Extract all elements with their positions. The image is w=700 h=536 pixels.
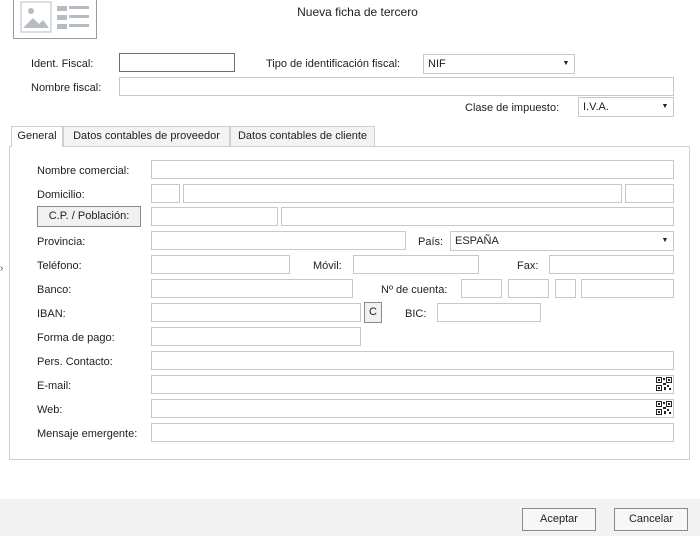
nombre-comercial-input[interactable] [151,160,674,179]
accept-button[interactable]: Aceptar [522,508,596,531]
pais-value: ESPAÑA [455,235,499,247]
telefono-input[interactable] [151,255,290,274]
tab-datos-proveedor[interactable]: Datos contables de proveedor [63,126,230,146]
movil-input[interactable] [353,255,479,274]
mensaje-emergente-input[interactable] [151,423,674,442]
domicilio-tipo-via-input[interactable] [151,184,180,203]
tipo-identificacion-label: Tipo de identificación fiscal: [266,58,401,70]
email-input[interactable] [151,375,674,394]
web-label: Web: [37,404,63,416]
cp-poblacion-button[interactable]: C.P. / Población: [37,206,141,227]
mensaje-emergente-label: Mensaje emergente: [37,428,138,440]
chevron-down-icon[interactable]: ▼ [558,55,574,73]
chevron-down-icon[interactable]: ▼ [657,98,673,116]
tab-datos-cliente[interactable]: Datos contables de cliente [230,126,375,146]
domicilio-label: Domicilio: [37,189,85,201]
telefono-label: Teléfono: [37,260,82,272]
chevron-right-icon[interactable]: › [0,263,3,274]
codigo-postal-input[interactable] [151,207,278,226]
iban-calcular-button[interactable]: C [364,302,382,323]
bic-label: BIC: [405,308,427,320]
domicilio-numero-input[interactable] [625,184,674,203]
email-label: E-mail: [37,380,72,392]
tipo-identificacion-select[interactable]: NIF ▼ [423,54,575,74]
tab-general[interactable]: General [11,126,63,147]
fax-input[interactable] [549,255,674,274]
clase-impuesto-label: Clase de impuesto: [465,102,560,114]
ident-fiscal-input[interactable] [119,53,235,72]
banco-input[interactable] [151,279,353,298]
nombre-fiscal-label: Nombre fiscal: [31,82,102,94]
cuenta-oficina-input[interactable] [508,279,549,298]
pais-select[interactable]: ESPAÑA ▼ [450,231,674,251]
nombre-fiscal-input[interactable] [119,77,674,96]
ident-fiscal-label: Ident. Fiscal: [31,58,94,70]
chevron-down-icon[interactable]: ▼ [657,232,673,250]
qr-code-icon[interactable] [656,401,672,415]
clase-impuesto-select[interactable]: I.V.A. ▼ [578,97,674,117]
pais-label: País: [418,236,444,248]
domicilio-input[interactable] [183,184,622,203]
banco-label: Banco: [37,284,72,296]
window-title: Nueva ficha de tercero [297,5,418,19]
numero-cuenta-label: Nº de cuenta: [381,284,448,296]
persona-contacto-label: Pers. Contacto: [37,356,113,368]
cuenta-entidad-input[interactable] [461,279,502,298]
clase-impuesto-value: I.V.A. [583,101,609,113]
forma-pago-label: Forma de pago: [37,332,115,344]
poblacion-input[interactable] [281,207,674,226]
forma-pago-input[interactable] [151,327,361,346]
iban-label: IBAN: [37,308,66,320]
cuenta-dc-input[interactable] [555,279,576,298]
cuenta-numero-input[interactable] [581,279,674,298]
provincia-input[interactable] [151,231,406,250]
movil-label: Móvil: [313,260,342,272]
qr-code-icon[interactable] [656,377,672,391]
persona-contacto-input[interactable] [151,351,674,370]
fax-label: Fax: [517,260,539,272]
cancel-button[interactable]: Cancelar [614,508,688,531]
provincia-label: Provincia: [37,236,86,248]
iban-input[interactable] [151,303,361,322]
nombre-comercial-label: Nombre comercial: [37,165,130,177]
web-input[interactable] [151,399,674,418]
tipo-identificacion-value: NIF [428,58,446,70]
bic-input[interactable] [437,303,541,322]
